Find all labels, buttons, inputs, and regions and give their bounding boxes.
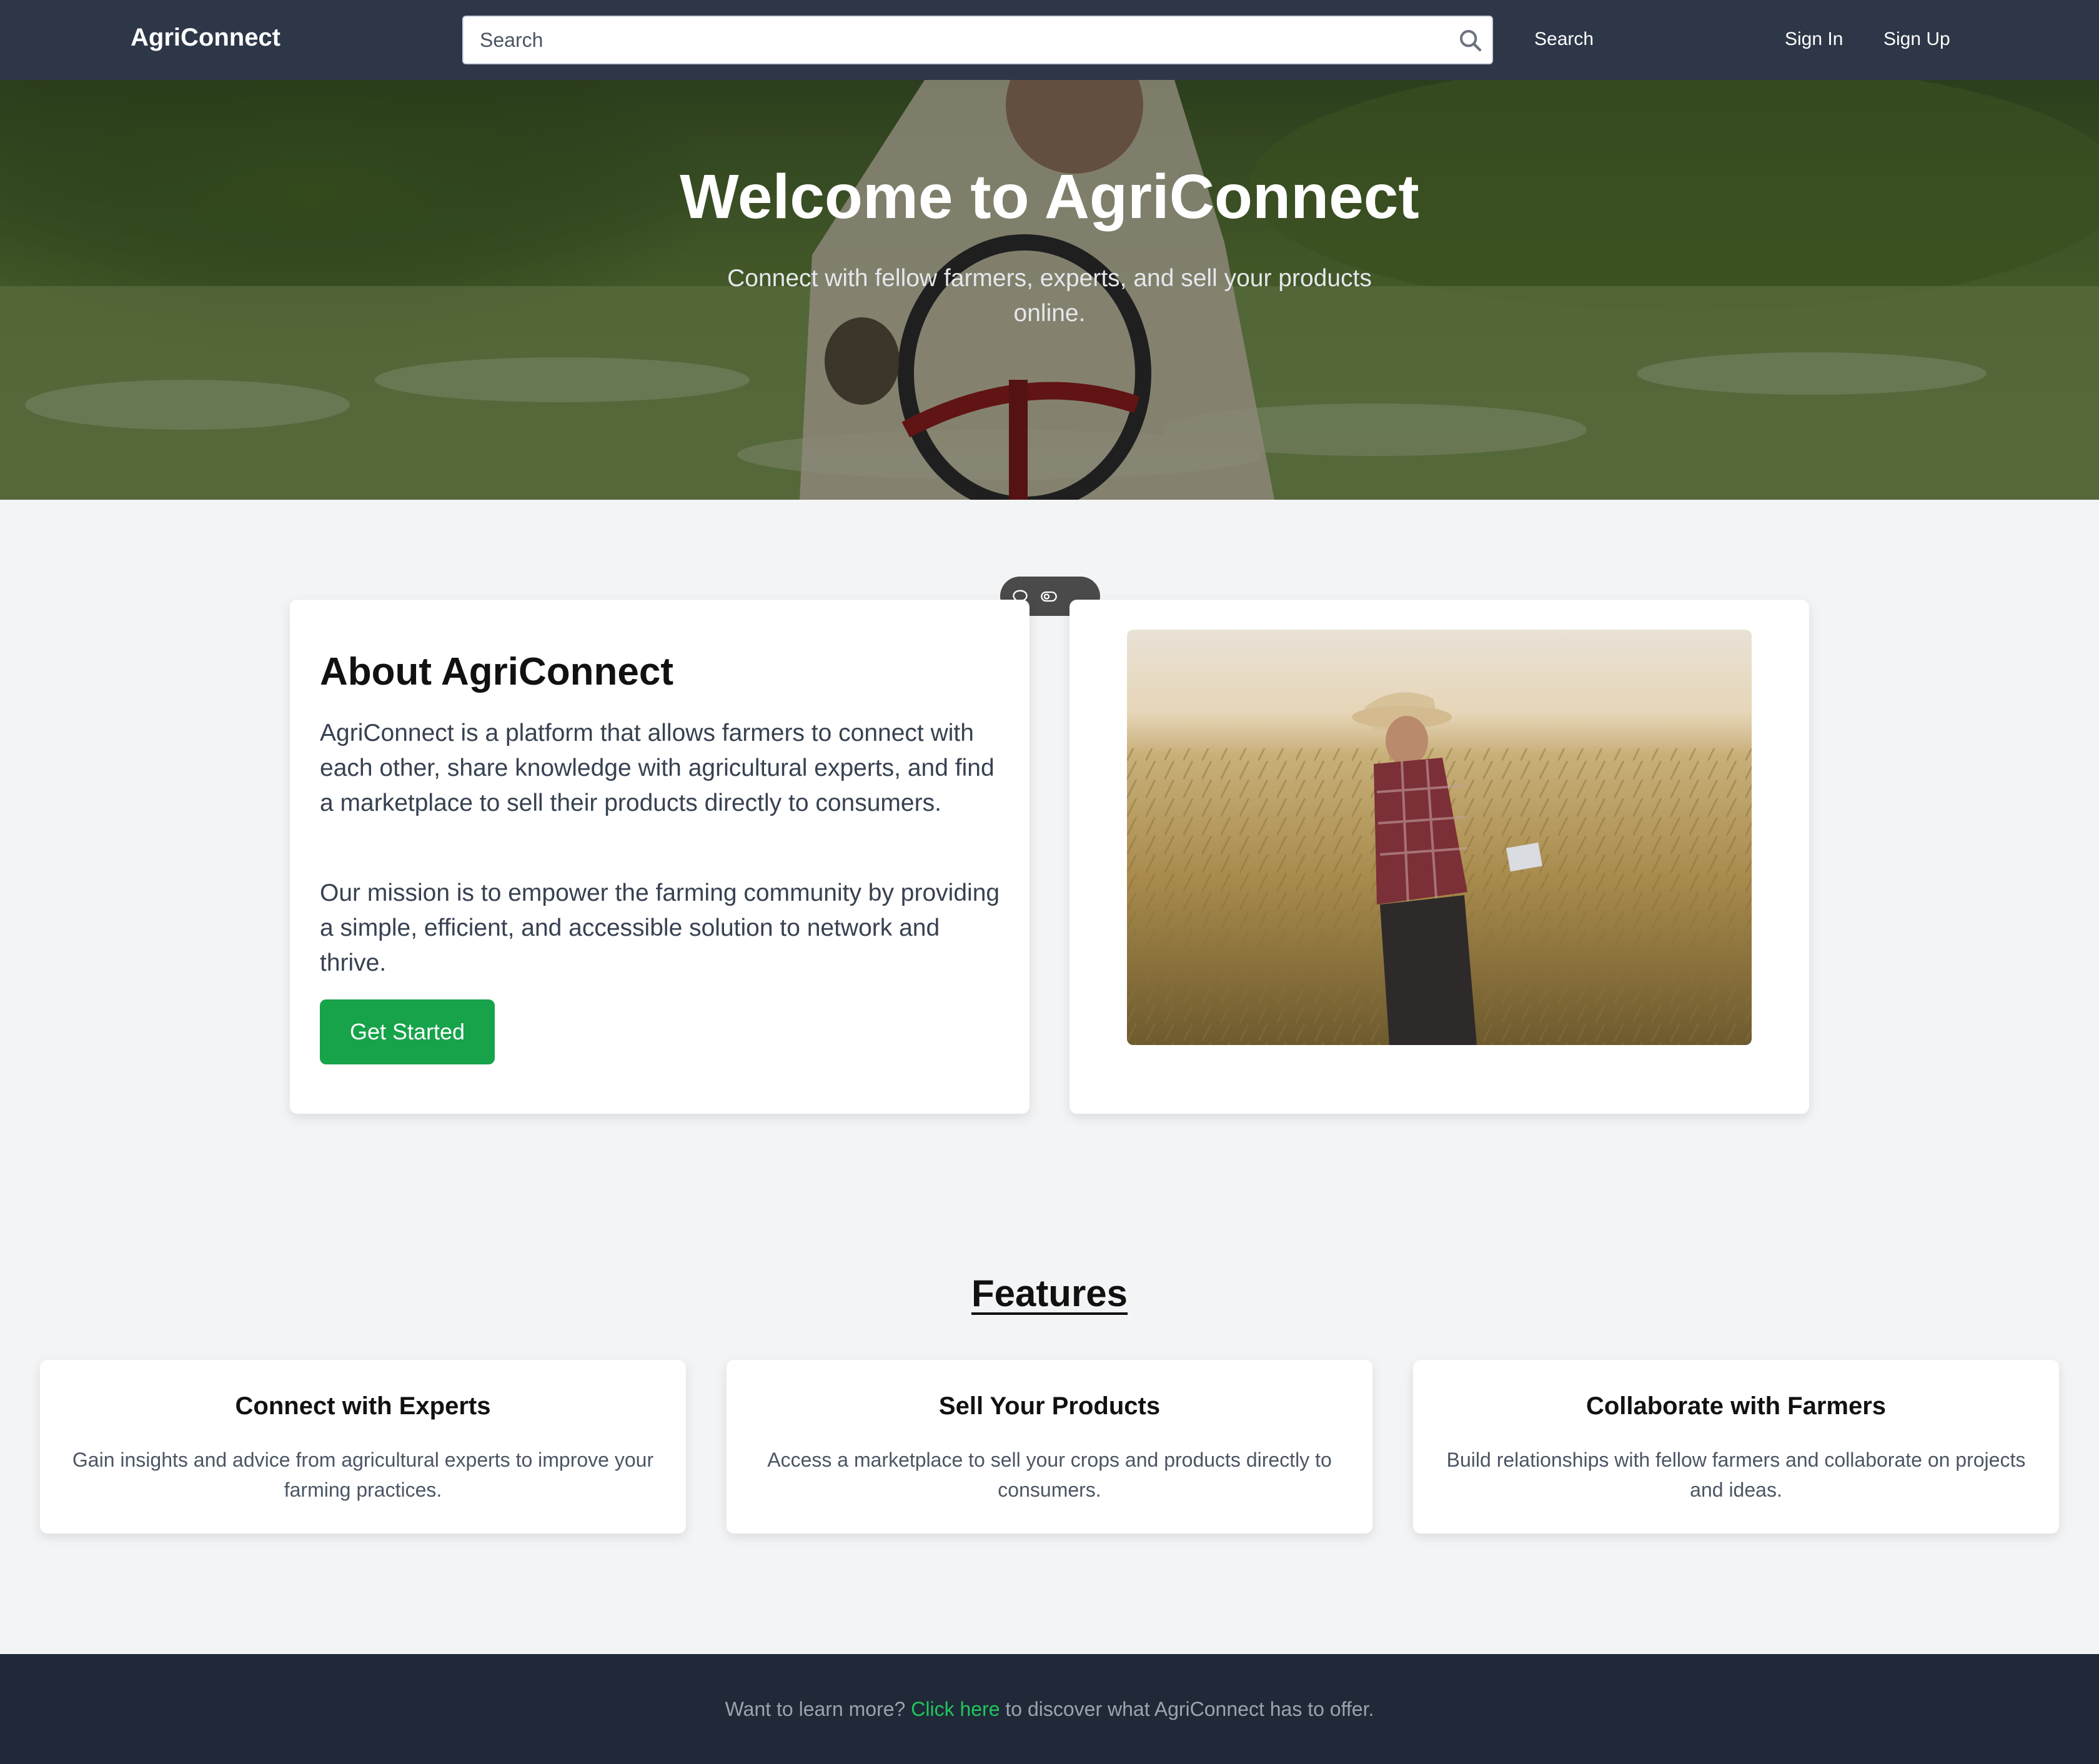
feature-description: Build relationships with fellow farmers … — [1446, 1449, 2026, 1501]
search-input[interactable] — [480, 17, 1436, 63]
feature-card-collaborate-farmers: Collaborate with Farmers Build relations… — [1413, 1360, 2059, 1534]
about-paragraph-1: AgriConnect is a platform that allows fa… — [320, 720, 995, 816]
feature-card-connect-experts: Connect with Experts Gain insights and a… — [40, 1360, 686, 1534]
farmer-in-field-image — [1127, 630, 1752, 1045]
feature-title: Collaborate with Farmers — [1585, 1392, 1887, 1420]
footer-text-after: to discover what AgriConnect has to offe… — [1000, 1698, 1374, 1720]
feature-description: Gain insights and advice from agricultur… — [72, 1449, 654, 1501]
image-card — [1069, 600, 1809, 1114]
footer-text: Want to learn more? Click here to discov… — [0, 1698, 2099, 1721]
toggle-icon[interactable] — [1040, 588, 1058, 605]
hero-title: Welcome to AgriConnect — [680, 162, 1419, 232]
feature-description: Access a marketplace to sell your crops … — [767, 1449, 1332, 1501]
footer-text-before: Want to learn more? — [725, 1698, 911, 1720]
feature-card-sell-products: Sell Your Products Access a marketplace … — [727, 1360, 1372, 1534]
brand-logo[interactable]: AgriConnect — [131, 24, 280, 52]
search-icon[interactable] — [1458, 28, 1483, 53]
get-started-button[interactable]: Get Started — [320, 999, 495, 1064]
feature-title: Connect with Experts — [235, 1392, 491, 1420]
features-title: Features — [971, 1272, 1128, 1314]
about-title: About AgriConnect — [320, 650, 673, 693]
feature-title: Sell Your Products — [938, 1392, 1161, 1420]
nav-sign-in-link[interactable]: Sign In — [1785, 29, 1843, 50]
nav-search-link[interactable]: Search — [1534, 29, 1594, 50]
search-box — [462, 16, 1493, 64]
about-paragraph-2: Our mission is to empower the farming co… — [320, 880, 1000, 976]
nav-sign-up-link[interactable]: Sign Up — [1883, 29, 1950, 50]
footer: Want to learn more? Click here to discov… — [0, 1654, 2099, 1764]
footer-click-here-link[interactable]: Click here — [911, 1698, 1000, 1720]
hero-subtitle: Connect with fellow farmers, experts, an… — [727, 265, 1372, 327]
hero-banner: Welcome to AgriConnect Connect with fell… — [0, 80, 2099, 500]
about-card: About AgriConnect AgriConnect is a platf… — [290, 600, 1030, 1114]
top-navbar: AgriConnect Search Sign In Sign Up — [0, 0, 2099, 80]
